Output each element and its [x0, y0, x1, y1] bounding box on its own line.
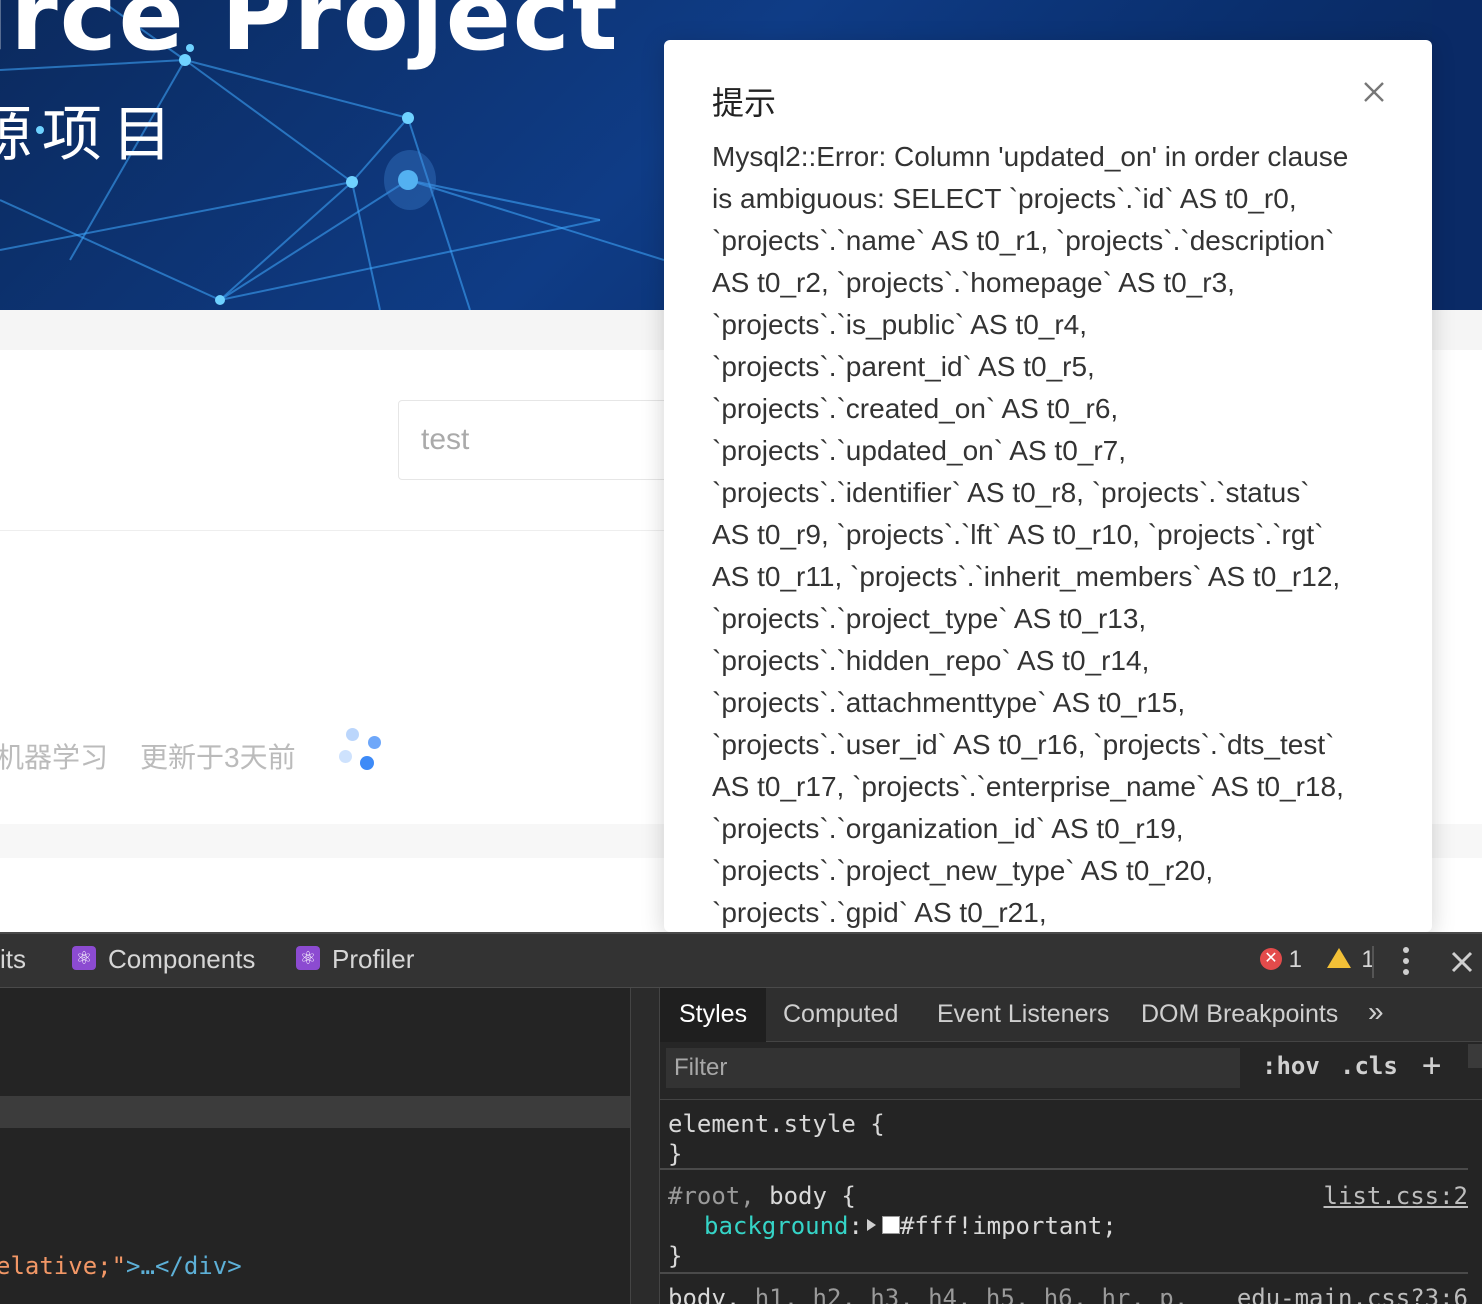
error-dialog: 提示 Mysql2::Error: Column 'updated_on' in…: [664, 40, 1432, 932]
message-line: `projects`.`attachmenttype` AS t0_r15,: [712, 687, 1186, 718]
rule-close: }: [668, 1242, 683, 1270]
hero-title-english: urce Project: [0, 0, 620, 72]
tab-dom-breakpoints[interactable]: DOM Breakpoints: [1141, 988, 1338, 1042]
styles-sidebar: Styles Computed Event Listeners DOM Brea…: [660, 988, 1482, 1304]
tab-components-label: Components: [108, 944, 256, 974]
close-icon[interactable]: [1358, 76, 1390, 108]
scrollbar[interactable]: [1468, 1044, 1482, 1068]
devtools-tabbar: its ⚛ Components ⚛ Profiler ✕ 1 1: [0, 932, 1482, 988]
divider: [1372, 946, 1374, 978]
divider: [660, 1272, 1468, 1274]
rule-open: {: [841, 1182, 856, 1210]
dom-node-line[interactable]: elative;">…</div>: [0, 1252, 242, 1280]
message-line: `projects`.`name` AS t0_r1, `projects`.`…: [712, 225, 1335, 256]
source-link[interactable]: list.css:2: [1324, 1182, 1469, 1210]
property-value: #fff!important;: [899, 1212, 1117, 1240]
tab-components[interactable]: ⚛ Components: [72, 944, 255, 975]
project-category: 机器学习: [0, 742, 109, 773]
message-line: `projects`.`created_on` AS t0_r6,: [712, 393, 1119, 424]
rule-selector: element.style {: [668, 1110, 885, 1138]
property-name: background: [704, 1212, 849, 1240]
selector-body: body,: [668, 1284, 741, 1304]
expand-icon[interactable]: [866, 1219, 876, 1231]
error-count: 1: [1288, 946, 1303, 973]
warning-icon: [1326, 947, 1351, 968]
dialog-message: Mysql2::Error: Column 'updated_on' in or…: [712, 136, 1392, 932]
divider: [660, 1168, 1468, 1170]
message-line: `projects`.`organization_id` AS t0_r19,: [712, 813, 1184, 844]
body-headings-rule[interactable]: body, h1, h2, h3, h4, h5, h6, hr, p, edu…: [660, 1284, 1468, 1304]
message-line: `projects`.`project_new_type` AS t0_r20,: [712, 855, 1214, 886]
message-line: `projects`.`user_id` AS t0_r16, `project…: [712, 729, 1335, 760]
filter-toolbar: Filter :hov .cls +: [660, 1042, 1482, 1100]
pane-splitter[interactable]: [630, 988, 660, 1304]
message-line: Mysql2::Error: Column 'updated_on' in or…: [712, 141, 1349, 172]
message-line: is ambiguous: SELECT `projects`.`id` AS …: [712, 183, 1297, 214]
color-swatch[interactable]: [881, 1216, 900, 1234]
project-updated-time: 更新于3天前: [140, 742, 296, 773]
selector-body: body: [769, 1182, 827, 1210]
project-meta: 机器学习 更新于3天前: [0, 736, 296, 776]
close-devtools-icon[interactable]: [1448, 948, 1476, 976]
react-icon: ⚛: [296, 946, 320, 971]
attr-value: elative;": [0, 1252, 127, 1280]
tab-styles[interactable]: Styles: [660, 988, 767, 1042]
selector-root: #root,: [668, 1182, 755, 1210]
error-icon: ✕: [1260, 947, 1282, 970]
message-line: `projects`.`gpid` AS t0_r21,: [712, 897, 1047, 928]
rule-header: body, h1, h2, h3, h4, h5, h6, hr, p, edu…: [660, 1284, 1468, 1304]
rule-close: }: [668, 1140, 683, 1168]
message-line: AS t0_r9, `projects`.`lft` AS t0_r10, `p…: [712, 519, 1324, 550]
hero-edge: [1432, 0, 1482, 310]
more-options-icon[interactable]: [1394, 942, 1418, 982]
more-tabs-icon[interactable]: »: [1368, 988, 1384, 1042]
hero-title-chinese: 源项目: [0, 100, 182, 170]
divider: [0, 530, 664, 531]
message-line: `projects`.`parent_id` AS t0_r5,: [712, 351, 1095, 382]
declaration[interactable]: background: #fff!important;: [660, 1212, 1468, 1240]
class-toggle[interactable]: .cls: [1340, 1052, 1398, 1080]
message-line: AS t0_r17, `projects`.`enterprise_name` …: [712, 771, 1344, 802]
rule-header: #root, body { list.css:2: [660, 1182, 1468, 1210]
styles-tabbar: Styles Computed Event Listeners DOM Brea…: [660, 988, 1482, 1042]
search-input[interactable]: test: [398, 400, 698, 480]
hover-state-toggle[interactable]: :hov: [1262, 1052, 1320, 1080]
styles-filter-input[interactable]: Filter: [666, 1048, 1240, 1088]
element-style-rule[interactable]: element.style { }: [660, 1110, 1468, 1168]
tab-computed[interactable]: Computed: [783, 988, 898, 1042]
tab-profiler[interactable]: ⚛ Profiler: [296, 944, 414, 975]
loading-spinner-icon: [336, 726, 386, 776]
dialog-title: 提示: [712, 84, 777, 122]
selector-rest: h1, h2, h3, h4, h5, h6, hr, p,: [754, 1284, 1189, 1304]
tag-close: >…</div>: [126, 1252, 242, 1280]
elements-tree[interactable]: elative;">…</div>: [0, 988, 630, 1304]
react-icon: ⚛: [72, 946, 96, 971]
message-line: `projects`.`identifier` AS t0_r8, `proje…: [712, 477, 1310, 508]
message-line: AS t0_r11, `projects`.`inherit_members` …: [712, 561, 1341, 592]
root-body-rule[interactable]: #root, body { list.css:2 background: #fff…: [660, 1182, 1468, 1270]
message-line: `projects`.`is_public` AS t0_r4,: [712, 309, 1088, 340]
tab-partial[interactable]: its: [0, 944, 26, 975]
message-line: `projects`.`project_type` AS t0_r13,: [712, 603, 1147, 634]
message-line: `projects`.`updated_on` AS t0_r7,: [712, 435, 1127, 466]
tab-event-listeners[interactable]: Event Listeners: [937, 988, 1109, 1042]
selected-node-row[interactable]: [0, 1096, 630, 1128]
new-rule-button[interactable]: +: [1422, 1046, 1441, 1084]
source-link[interactable]: edu-main.css?3:6: [1237, 1284, 1468, 1304]
message-line: `projects`.`hidden_repo` AS t0_r14,: [712, 645, 1150, 676]
message-line: AS t0_r2, `projects`.`homepage` AS t0_r3…: [712, 267, 1235, 298]
devtools-panel: its ⚛ Components ⚛ Profiler ✕ 1 1 elative;…: [0, 932, 1482, 1304]
issue-counters[interactable]: ✕ 1 1: [1260, 946, 1375, 974]
tab-profiler-label: Profiler: [332, 944, 415, 974]
